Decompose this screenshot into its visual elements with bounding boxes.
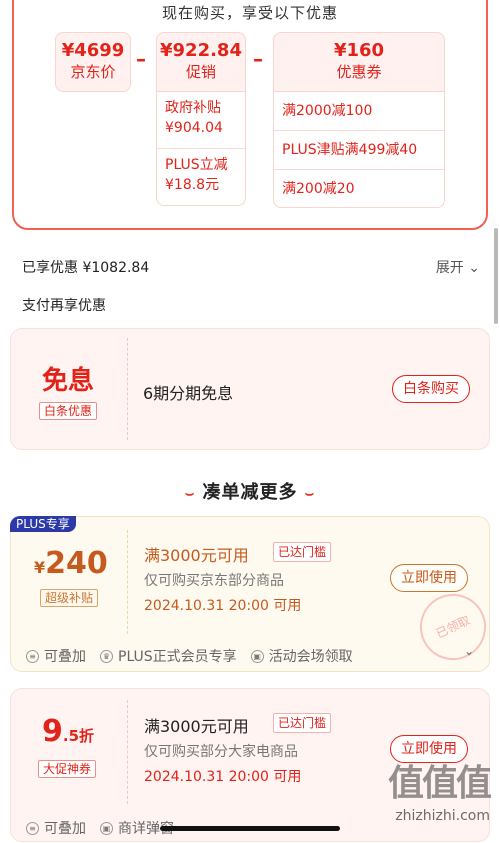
coupon2-threshold-met-badge: 已达门槛 [273, 713, 332, 733]
coupon-amount: ¥160 [333, 40, 385, 61]
section-deco-left: ⌣ [185, 486, 196, 502]
plus-exclusive-badge: PLUS专享 [10, 516, 76, 532]
coupon1-desc: 仅可购买京东部分商品 [144, 573, 284, 589]
coupon1-value: 240 [45, 546, 108, 581]
section-deco-right: ⌣ [304, 486, 315, 502]
promo-label: 促销 [185, 63, 216, 81]
coupon2-amount: 9.5折 [42, 714, 94, 749]
site-watermark: 值值值 zhizhizhi.com [387, 760, 492, 824]
home-indicator[interactable] [160, 826, 340, 831]
coupon2-value-dec: .5折 [62, 727, 95, 745]
coupon2-footer: ≡ 可叠加 ▣ 商详弹窗 [26, 818, 174, 838]
coupon1-threshold-met-badge: 已达门槛 [273, 542, 332, 562]
jd-price-label: 京东价 [70, 63, 116, 81]
coupon-label: 优惠券 [336, 63, 382, 81]
coupon2-divider [127, 700, 128, 804]
coupon-detail-list: 满2000减100 PLUS津贴满499减40 满200减20 [273, 92, 445, 208]
promo-box: ¥922.84 促销 [156, 32, 246, 92]
minus-sign-2: – [253, 47, 263, 71]
coupon1-amount: ¥240 [34, 546, 108, 581]
pay-more-discount-heading: 支付再享优惠 [22, 298, 106, 314]
coupon1-footer-1: 可叠加 [44, 649, 86, 665]
expand-toggle[interactable]: 展开 ⌄ [436, 257, 480, 277]
breakdown-heading: 现在购买，享受以下优惠 [161, 4, 338, 22]
baitiao-buy-button[interactable]: 白条购买 [392, 375, 470, 403]
baitiao-divider [127, 338, 128, 440]
ticket-icon: ▣ [100, 821, 113, 835]
promo-detail-list: 政府补贴 ¥904.04 PLUS立减 ¥18.8元 [156, 92, 246, 206]
coupon-box: ¥160 优惠券 [273, 32, 445, 92]
promo-item-plus: PLUS立减 ¥18.8元 [157, 148, 245, 195]
coupon1-tag: 超级补贴 [40, 589, 99, 607]
crown-icon: ♛ [100, 649, 113, 663]
watermark-logo: 值值值 [387, 763, 492, 804]
baitiao-tag: 白条优惠 [39, 402, 98, 420]
baitiao-desc: 6期分期免息 [143, 384, 234, 403]
ticket-icon: ▣ [250, 649, 264, 663]
coupon1-use-button[interactable]: 立即使用 [390, 564, 468, 592]
coupon1-footer-2: PLUS正式会员专享 [118, 649, 237, 665]
chevron-down-icon: ⌄ [468, 260, 480, 276]
coupon1-title: 满3000元可用 [144, 546, 249, 565]
coupon2-use-button[interactable]: 立即使用 [390, 735, 468, 763]
promo-amount: ¥922.84 [160, 40, 242, 61]
coupon1-footer: ≡ 可叠加 ♛ PLUS正式会员专享 ▣ 活动会场领取 [26, 646, 353, 666]
coupon1-date: 2024.10.31 20:00 可用 [144, 598, 302, 614]
expand-label: 展开 [435, 260, 464, 276]
section-title-text: 凑单减更多 [202, 482, 298, 503]
scrollbar[interactable] [494, 228, 498, 324]
baitiao-big-text: 免息 [42, 366, 95, 396]
minus-sign-1: – [136, 47, 146, 71]
jd-price-box: ¥4699 京东价 [55, 32, 131, 92]
enjoyed-discount-total: 已享优惠 ¥1082.84 [22, 260, 150, 276]
promo-item-gov: 政府补贴 ¥904.04 [165, 100, 223, 136]
coupon2-value-int: 9 [42, 714, 63, 749]
coupon2-footer-1: 可叠加 [44, 821, 86, 837]
coupon1-footer-3: 活动会场领取 [268, 649, 353, 665]
section-title: ⌣ 凑单减更多 ⌣ [0, 478, 500, 504]
coupon1-currency: ¥ [34, 558, 46, 577]
coupon1-expand-chevron-icon[interactable]: ⌄ [464, 644, 474, 658]
coupon2-title: 满3000元可用 [144, 717, 249, 736]
coupon2-tag: 大促神券 [38, 760, 97, 778]
coupon1-divider [127, 530, 128, 634]
jd-price-amount: ¥4699 [61, 40, 125, 61]
watermark-url: zhizhizhi.com [395, 808, 490, 824]
stack-icon: ≡ [26, 649, 39, 663]
coupon-item-2: PLUS津贴满499减40 [274, 130, 444, 169]
coupon-item-1: 满2000减100 [282, 103, 373, 119]
coupon-item-3: 满200减20 [274, 169, 444, 208]
stack-icon: ≡ [26, 821, 39, 835]
coupon2-desc: 仅可购买部分大家电商品 [144, 744, 298, 760]
coupon2-date: 2024.10.31 20:00 可用 [144, 769, 302, 785]
